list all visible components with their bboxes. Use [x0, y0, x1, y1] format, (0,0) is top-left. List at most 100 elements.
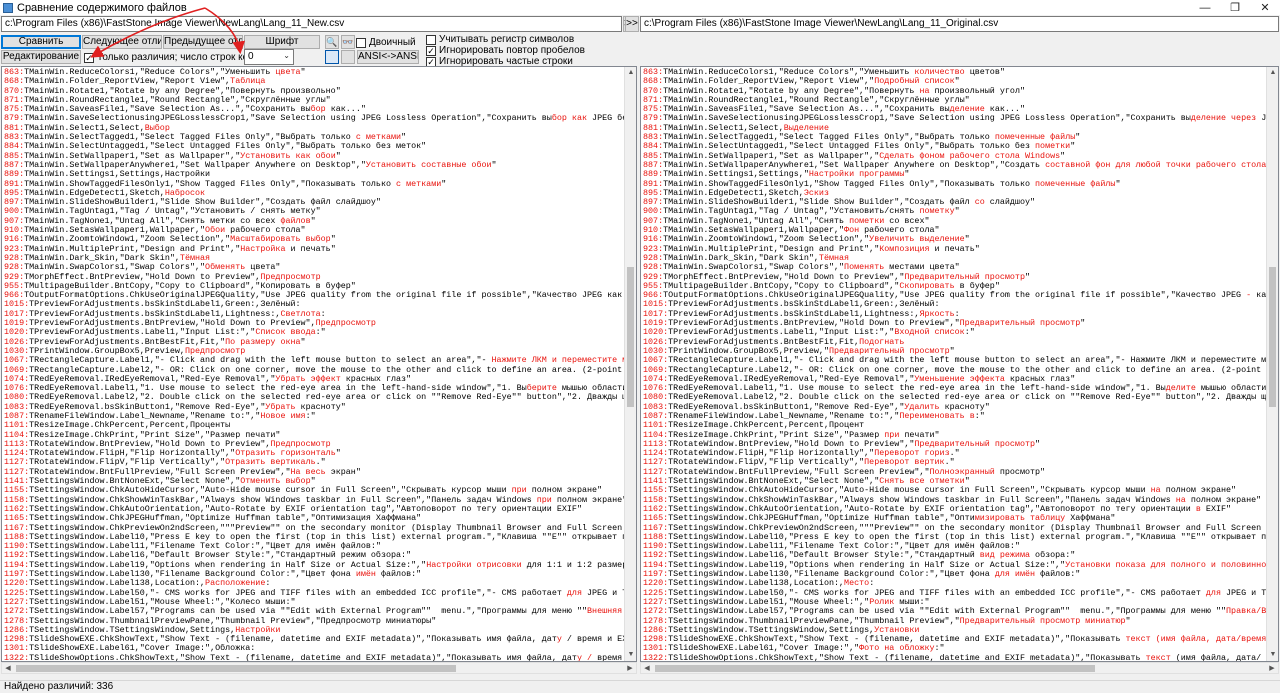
line-text: TRenameFileWindow.Label_Newname,"Rename … [29, 411, 261, 421]
line-text: TMainWin.Settings1,Settings,Настройки [24, 170, 211, 180]
scroll-up-icon[interactable]: ▲ [1267, 67, 1278, 79]
line-text: TRotateWindow.BntPreview,"Hold Down to P… [29, 439, 271, 449]
line-text: " [335, 151, 341, 161]
scroll-down-icon[interactable]: ▼ [625, 649, 636, 661]
encoding-button[interactable]: ANSI<->ANSI [357, 50, 419, 64]
scroll-left-icon[interactable]: ◀ [641, 663, 653, 674]
diff-line: 923:TMainWin.MultiplePrint,"Design and P… [4, 245, 624, 254]
line-text: TSettingsWindow.Label19,"Options when re… [29, 560, 427, 570]
line-number: 1155: [643, 486, 669, 496]
right-hscroll-thumb[interactable] [655, 665, 1095, 672]
diff-line: 907:TMainWin.TagNone1,"Untag All","Снять… [643, 217, 1266, 226]
line-text: TSettingsWindow.Label50,"- CMS works for… [668, 588, 1206, 598]
line-text: TMorphEffect.BntPreview,"Hold Down to Pr… [663, 272, 905, 282]
diff-line: 1074:TRedEyeRemoval.IRedEyeRemoval,"Red-… [643, 375, 1266, 384]
left-vertical-scrollbar[interactable]: ▲ ▼ [624, 67, 636, 661]
line-text: TMainWin.SetasWallpaper1,Wallpaper," [24, 226, 206, 236]
right-diff-pane[interactable]: 863:TMainWin.ReduceColors1,"Reduce Color… [640, 66, 1279, 662]
diff-line: 897:TMainWin.SlideShowBuilder1,"Slide Sh… [643, 198, 1266, 207]
line-text: и печать" [929, 244, 980, 254]
line-text: :" [934, 644, 945, 654]
line-number: 1190: [643, 542, 669, 552]
line-text: TPreviewForAdjustments.bsSkinStdLabel1,L… [668, 309, 920, 319]
diff-fragment: Предпросмотр [184, 346, 246, 356]
diff-fragment: помеченные файлы [994, 133, 1076, 143]
line-number: 916: [643, 235, 664, 245]
diff-line: 1192:TSettingsWindow.Label16,"Default Br… [643, 551, 1266, 560]
diff-fragment: для [1205, 588, 1221, 598]
layout-single-icon[interactable] [325, 50, 339, 64]
restore-button[interactable]: ❐ [1220, 0, 1250, 15]
prev-diff-button[interactable]: Предыдущее отл... [163, 35, 243, 49]
line-number: 929: [4, 272, 25, 282]
line-text: экран" [325, 467, 361, 477]
line-number: 1127: [4, 458, 30, 468]
next-diff-button[interactable]: Следующее отличие [82, 35, 162, 49]
diff-fragment: количество [914, 68, 965, 77]
diff-line: 1190:TSettingsWindow.Label11,"Filename T… [643, 542, 1266, 551]
left-file-path-input[interactable]: c:\Program Files (x86)\FastStone Image V… [1, 16, 622, 32]
line-text: полном экране" [526, 486, 603, 496]
line-text: TRotateWindow.FlipV,"Flip Vertically"," [29, 458, 226, 468]
diff-line: 1127:TRotateWindow.BntFullPreview,"Full … [4, 468, 624, 477]
diff-line: 1069:TRectangleCapture.Label2,"- OR: Cli… [643, 366, 1266, 375]
line-text: TResizeImage.ChkPercent,Percent,Проценты [29, 421, 231, 431]
find-next-icon[interactable]: 👓 [341, 35, 355, 49]
line-text: рабочего стола" [225, 226, 306, 236]
left-diff-pane[interactable]: 863:TMainWin.ReduceColors1,"Reduce Color… [1, 66, 637, 662]
binary-checkbox[interactable]: Двоичный [356, 37, 416, 48]
line-number: 1225: [643, 588, 669, 598]
diff-line: 928:TMainWin.Dark_Skin,"Dark Skin",Тёмна… [643, 254, 1266, 263]
minimize-button[interactable]: — [1190, 0, 1220, 15]
context-lines-select[interactable]: 0 ⌄ [244, 49, 294, 65]
diff-line: 1124:TRotateWindow.FlipH,"Flip Horizonta… [4, 449, 624, 458]
line-number: 897: [4, 198, 25, 208]
line-text: полном экране" [1160, 486, 1237, 496]
scroll-right-icon[interactable]: ▶ [1266, 663, 1278, 674]
line-number: 955: [4, 281, 25, 291]
find-icon[interactable]: 🔍 [325, 35, 339, 49]
case-checkbox[interactable]: Учитывать регистр символов [426, 34, 574, 45]
right-horizontal-scrollbar[interactable]: ◀ ▶ [640, 662, 1279, 674]
diff-fragment: Установки [874, 625, 920, 635]
close-button[interactable]: ✕ [1250, 0, 1280, 15]
line-text: полном экране" [1185, 495, 1262, 505]
edit-button[interactable]: Редактирование [1, 50, 81, 64]
line-text: TMainWin.SetWallpaper1,"Set as Wallpaper… [24, 151, 241, 161]
diff-fragment: Нажмите ЛКМ и переместите мышь для вы [491, 356, 624, 366]
line-number: 887: [643, 160, 664, 170]
line-number: 1190: [4, 542, 30, 552]
right-file-path-input[interactable]: c:\Program Files (x86)\FastStone Image V… [640, 16, 1279, 32]
left-scroll-thumb[interactable] [627, 267, 634, 407]
line-number: 1113: [643, 439, 669, 449]
case-check-icon [426, 34, 436, 45]
line-text: JPEG без потерь [592, 114, 624, 124]
diff-line: 1104:TResizeImage.ChkPrint,"Print Size",… [4, 431, 624, 440]
right-scroll-thumb[interactable] [1269, 267, 1276, 407]
right-vertical-scrollbar[interactable]: ▲ ▼ [1266, 67, 1278, 661]
scroll-right-icon[interactable]: ▶ [624, 663, 636, 674]
diff-line: 863:TMainWin.ReduceColors1,"Reduce Color… [643, 68, 1266, 77]
line-text: TRotateWindow.FlipV,"Flip Vertically"," [668, 458, 865, 468]
left-horizontal-scrollbar[interactable]: ◀ ▶ [1, 662, 637, 674]
diff-line: 891:TMainWin.ShowTaggedFilesOnly1,"Show … [643, 180, 1266, 189]
diff-line: 883:TMainWin.SelectTagged1,"Select Tagge… [4, 133, 624, 142]
diff-line: 868:TMainWin.Folder_ReportView,"Report V… [4, 77, 624, 86]
scroll-up-icon[interactable]: ▲ [625, 67, 636, 79]
scroll-left-icon[interactable]: ◀ [2, 663, 14, 674]
line-number: 1019: [643, 319, 669, 329]
layout-split-icon[interactable] [341, 50, 355, 64]
scroll-down-icon[interactable]: ▼ [1267, 649, 1278, 661]
line-text: TSettingsWindow.BntNoneExt,"Select None"… [29, 477, 241, 487]
left-hscroll-thumb[interactable] [16, 665, 456, 672]
line-number: 895: [4, 188, 25, 198]
right-browse-button[interactable]: >> [625, 16, 639, 32]
line-text: TSettingsWindow.ChkAutoOrientation,"Auto… [29, 504, 582, 514]
compare-button[interactable]: Сравнить [1, 35, 81, 49]
repeat-spaces-checkbox[interactable]: ✓ Игнорировать повтор пробелов [426, 45, 585, 56]
diff-line: 1155:TSettingsWindow.ChkAutoHideCursor,"… [4, 486, 624, 495]
font-button[interactable]: Шрифт [244, 35, 320, 49]
line-text: TMainWin.Dark_Skin,"Dark Skin", [24, 253, 180, 263]
line-text: :" [315, 328, 326, 338]
line-text: TSettingsWindow.Label16,"Default Browser… [29, 551, 412, 561]
